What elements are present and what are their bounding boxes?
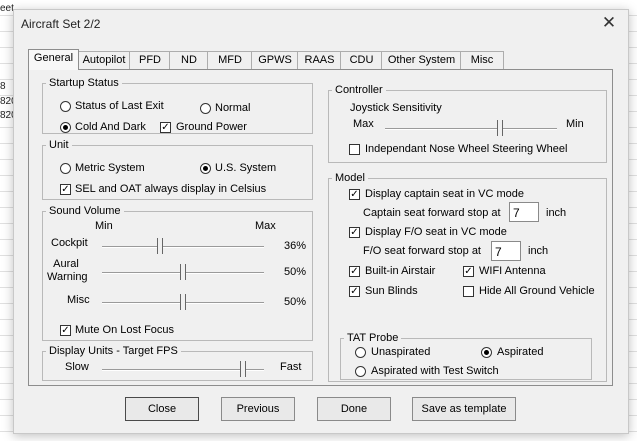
- ground-power-label: Ground Power: [176, 121, 247, 133]
- general-tab-page: Startup Status Status of Last Exit Norma…: [28, 69, 613, 386]
- joystick-slider-track[interactable]: [385, 128, 557, 130]
- metric-system-radio[interactable]: [60, 163, 71, 174]
- sound-volume-legend: Sound Volume: [49, 205, 121, 217]
- unaspirated-label: Unaspirated: [371, 346, 431, 358]
- aspirated-test-switch-radio[interactable]: [355, 366, 366, 377]
- fo-seat-checkbox[interactable]: ✓: [349, 227, 360, 238]
- tab-cdu[interactable]: CDU: [340, 51, 383, 69]
- tab-gpws[interactable]: GPWS: [251, 51, 299, 69]
- wifi-checkbox[interactable]: ✓: [463, 266, 474, 277]
- aircraft-set-dialog: Aircraft Set 2/2 ✕ General Autopilot PFD…: [13, 9, 629, 434]
- captain-seat-label: Display captain seat in VC mode: [365, 188, 524, 200]
- aural-warning-slider-thumb[interactable]: [180, 264, 186, 280]
- fo-seat-label: Display F/O seat in VC mode: [365, 226, 507, 238]
- cockpit-slider-thumb[interactable]: [157, 238, 163, 254]
- tab-other-system[interactable]: Other System: [381, 51, 462, 69]
- mute-checkbox[interactable]: ✓: [60, 325, 71, 336]
- captain-stop-input[interactable]: 7: [509, 202, 539, 222]
- unit-legend: Unit: [49, 139, 69, 151]
- cockpit-label: Cockpit: [51, 237, 88, 249]
- joystick-max-label: Max: [353, 118, 374, 130]
- status-last-exit-label: Status of Last Exit: [75, 100, 164, 112]
- startup-status-legend: Startup Status: [49, 77, 119, 89]
- captain-seat-checkbox[interactable]: ✓: [349, 189, 360, 200]
- tab-nd[interactable]: ND: [169, 51, 209, 69]
- hide-ground-vehicle-label: Hide All Ground Vehicle: [479, 285, 595, 297]
- joystick-slider-thumb[interactable]: [497, 120, 503, 136]
- tat-probe-legend: TAT Probe: [347, 332, 399, 344]
- target-fps-legend: Display Units - Target FPS: [49, 345, 178, 357]
- misc-value: 50%: [284, 296, 307, 308]
- sound-max-label: Max: [255, 220, 276, 232]
- dialog-title: Aircraft Set 2/2: [21, 17, 101, 31]
- sound-min-label: Min: [95, 220, 113, 232]
- wifi-label: WIFI Antenna: [479, 265, 546, 277]
- model-legend: Model: [335, 172, 365, 184]
- done-button[interactable]: Done: [317, 397, 391, 421]
- metric-system-label: Metric System: [75, 162, 145, 174]
- joystick-sensitivity-label: Joystick Sensitivity: [350, 102, 442, 114]
- fps-fast-label: Fast: [280, 361, 302, 373]
- tab-raas[interactable]: RAAS: [297, 51, 342, 69]
- captain-stop-label: Captain seat forward stop at: [363, 207, 501, 219]
- aspirated-test-switch-label: Aspirated with Test Switch: [371, 365, 499, 377]
- aspirated-label: Aspirated: [497, 346, 544, 358]
- sun-blinds-checkbox[interactable]: ✓: [349, 286, 360, 297]
- normal-radio[interactable]: [200, 103, 211, 114]
- tab-pfd[interactable]: PFD: [129, 51, 171, 69]
- fps-slow-label: Slow: [65, 361, 89, 373]
- nose-wheel-checkbox[interactable]: [349, 144, 360, 155]
- ground-power-checkbox[interactable]: ✓: [160, 122, 171, 133]
- celsius-checkbox[interactable]: ✓: [60, 184, 71, 195]
- captain-stop-unit: inch: [546, 207, 567, 219]
- sun-blinds-label: Sun Blinds: [365, 285, 418, 297]
- celsius-label: SEL and OAT always display in Celsius: [75, 183, 267, 195]
- close-icon[interactable]: ✕: [600, 14, 618, 32]
- nose-wheel-label: Independant Nose Wheel Steering Wheel: [365, 143, 568, 155]
- tab-autopilot[interactable]: Autopilot: [77, 51, 131, 69]
- fo-stop-input[interactable]: 7: [491, 241, 521, 261]
- joystick-min-label: Min: [566, 118, 584, 130]
- misc-label: Misc: [67, 294, 90, 306]
- cockpit-slider-track[interactable]: [102, 246, 264, 248]
- airstair-checkbox[interactable]: ✓: [349, 266, 360, 277]
- airstair-label: Built-in Airstair: [365, 265, 436, 277]
- mute-label: Mute On Lost Focus: [75, 324, 175, 336]
- misc-slider-thumb[interactable]: [180, 294, 186, 310]
- us-system-radio[interactable]: [200, 163, 211, 174]
- fps-slider-thumb[interactable]: [240, 361, 246, 377]
- close-button[interactable]: Close: [125, 397, 199, 421]
- tab-mfd[interactable]: MFD: [207, 51, 253, 69]
- background-cell: eet: [0, 3, 14, 14]
- fo-stop-unit: inch: [528, 245, 549, 257]
- aspirated-radio[interactable]: [481, 347, 492, 358]
- unaspirated-radio[interactable]: [355, 347, 366, 358]
- status-last-exit-radio[interactable]: [60, 101, 71, 112]
- title-bar: Aircraft Set 2/2 ✕: [14, 10, 628, 38]
- controller-legend: Controller: [335, 84, 383, 96]
- cold-and-dark-radio[interactable]: [60, 122, 71, 133]
- previous-button[interactable]: Previous: [221, 397, 295, 421]
- aural-warning-value: 50%: [284, 266, 307, 278]
- hide-ground-vehicle-checkbox[interactable]: [463, 286, 474, 297]
- us-system-label: U.S. System: [215, 162, 277, 174]
- save-template-button[interactable]: Save as template: [412, 397, 516, 421]
- normal-label: Normal: [215, 102, 251, 114]
- cockpit-value: 36%: [284, 240, 307, 252]
- tab-misc[interactable]: Misc: [460, 51, 504, 69]
- background-cell: 8: [0, 81, 6, 92]
- fo-stop-label: F/O seat forward stop at: [363, 245, 481, 257]
- tab-general[interactable]: General: [28, 49, 79, 70]
- cold-and-dark-label: Cold And Dark: [75, 121, 146, 133]
- aural-warning-label: Aural Warning: [47, 258, 88, 283]
